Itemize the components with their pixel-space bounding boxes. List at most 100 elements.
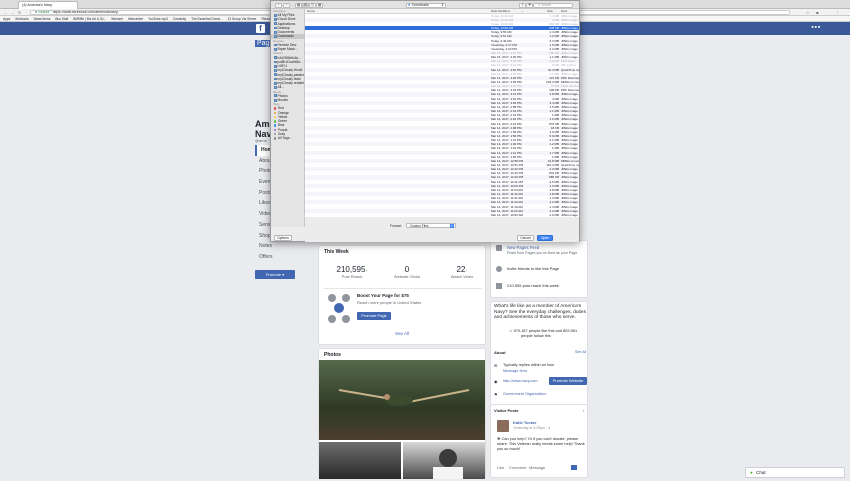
folder-icon — [274, 18, 277, 21]
page-feed-card: New Pages Feed Posts from Pages you've l… — [490, 240, 588, 298]
stat-number: 0 — [405, 265, 409, 274]
icon-view-icon[interactable]: ▦ — [295, 3, 302, 8]
page-handle[interactable]: @ame — [255, 138, 267, 143]
stat-block[interactable]: 210,595↑Post Reach — [327, 265, 377, 279]
promote-website-button[interactable]: Promote Website — [549, 377, 587, 385]
photos-title: Photos — [324, 352, 341, 358]
post-reach-text: 210,595 post reach this week — [507, 283, 559, 288]
forward-icon[interactable]: → — [10, 10, 15, 15]
back-icon[interactable]: ← — [3, 10, 8, 15]
stat-label: Website Clicks — [382, 274, 432, 279]
file-list: Name Date Modified ⌄ Size Kind Navy Meda… — [305, 9, 579, 217]
extension-icon[interactable]: ■ — [815, 10, 820, 15]
column-view-icon[interactable]: ◫ — [309, 3, 316, 8]
chevron-down-icon: ⇕ — [441, 4, 444, 8]
tag-color-icon — [274, 129, 276, 131]
folder-icon — [274, 35, 277, 38]
share-icon[interactable]: ⇧ — [519, 3, 526, 8]
stat-block[interactable]: 22↑Watch Video — [437, 265, 487, 279]
trend-up-icon: ↑ — [365, 268, 367, 273]
photos-card: Photos — [318, 348, 486, 478]
open-button[interactable]: Open — [537, 235, 553, 241]
format-dropdown[interactable]: Custom Files ⇕ — [406, 223, 456, 229]
promote-page-button[interactable]: Promote Page — [357, 312, 391, 320]
sidebar-tag-item[interactable]: All Tags... — [271, 136, 304, 140]
column-kind-header[interactable]: Kind — [561, 9, 567, 13]
about-see-all[interactable]: See All — [575, 350, 586, 354]
avatar[interactable] — [497, 420, 509, 432]
secure-label: Secure — [38, 10, 49, 14]
menu-icon[interactable]: ⋮ — [835, 10, 840, 15]
tag-color-icon — [274, 133, 276, 135]
this-week-title: This Week — [324, 249, 349, 255]
folder-icon — [274, 22, 277, 25]
column-name-header[interactable]: Name — [307, 9, 315, 13]
messenger-icon: ✉ — [494, 363, 497, 368]
tag-label: All Tags... — [278, 136, 292, 140]
website-link[interactable]: http://www.navy.com — [503, 379, 538, 383]
page-nav-item[interactable]: Offers — [255, 252, 315, 263]
folder-icon — [274, 82, 277, 85]
forward-icon[interactable]: › — [283, 3, 290, 8]
folder-icon — [274, 73, 277, 76]
tag-color-icon — [274, 112, 276, 114]
new-pages-feed-link[interactable]: New Pages Feed — [507, 245, 539, 250]
invite-friends-link[interactable]: Invite friends to like this Page — [507, 266, 559, 271]
folder-icon — [274, 48, 277, 51]
promote-button[interactable]: Promote ▾ — [255, 270, 295, 279]
open-file-dialog: ‹ › ▦ ☰ ◫ ▩ ■ Downloads ⇕ ⇧ ⚑ ⚲ Search F… — [270, 0, 580, 242]
reload-icon[interactable]: ↻ — [17, 10, 22, 15]
sidebar-item-label: Downloads — [278, 34, 294, 38]
tab-title: (4) America's Navy — [22, 3, 52, 7]
see-all-link[interactable]: See All — [395, 331, 409, 336]
poster-name[interactable]: Katie Tucker — [513, 420, 537, 425]
feed-icon — [496, 245, 502, 251]
tag-color-icon — [274, 120, 276, 122]
folder-icon — [274, 27, 277, 30]
chevron-down-icon: ⇕ — [450, 224, 454, 229]
location-dropdown[interactable]: ■ Downloads ⇕ — [406, 3, 446, 8]
tag-icon[interactable]: ⚑ — [526, 3, 533, 8]
comment-button[interactable]: Comment — [509, 465, 526, 470]
folder-icon — [274, 56, 277, 59]
chevron-right-icon[interactable]: › — [583, 408, 584, 413]
cancel-button[interactable]: Cancel — [517, 235, 534, 241]
message-now-link[interactable]: Message Now — [503, 369, 527, 373]
chat-bar[interactable]: ● Chat — [745, 467, 845, 478]
gallery-view-icon[interactable]: ▩ — [316, 3, 323, 8]
folder-icon — [274, 44, 277, 47]
tag-color-icon — [274, 137, 276, 139]
back-icon[interactable]: ‹ — [275, 3, 282, 8]
options-button[interactable]: Options — [274, 235, 292, 241]
stat-block[interactable]: 0Website Clicks — [382, 265, 432, 279]
search-placeholder: Search — [541, 3, 551, 7]
column-size-header[interactable]: Size — [547, 9, 553, 13]
page-nav-item[interactable]: Notes — [255, 241, 315, 252]
url-text: https://www.facebook.com/americasnavy/ — [53, 10, 119, 14]
search-input[interactable]: ⚲ Search — [533, 3, 573, 8]
folder-icon — [274, 78, 277, 81]
page-avatar-icon[interactable] — [571, 465, 577, 470]
folder-icon — [274, 61, 277, 64]
stat-value: 0 — [382, 265, 432, 274]
stat-label: Post Reach — [327, 274, 377, 279]
like-button[interactable]: Like — [497, 465, 504, 470]
folder-icon — [274, 31, 277, 34]
location-label: Downloads — [412, 3, 429, 7]
post-text: ☸ Can you help? Or if you can't donate, … — [497, 436, 585, 451]
message-button[interactable]: Message — [529, 465, 545, 470]
photo-soldier-training[interactable] — [319, 360, 485, 440]
photo-thumbnail-2[interactable] — [403, 442, 485, 479]
folder-icon: ■ — [408, 4, 410, 8]
post-time: Yesterday at 3:39pm · ● — [513, 426, 550, 430]
photo-thumbnail-1[interactable] — [319, 442, 401, 479]
facebook-logo-icon[interactable]: f — [256, 24, 265, 33]
star-icon[interactable]: ☆ — [805, 10, 810, 15]
visitor-posts-card: Visitor Posts › Katie Tucker Yesterday a… — [490, 404, 588, 478]
list-view-icon[interactable]: ☰ — [302, 3, 309, 8]
browser-tab[interactable]: (4) America's Navy — [18, 1, 78, 9]
divider — [324, 288, 482, 289]
column-date-header[interactable]: Date Modified — [491, 9, 510, 13]
organization-type[interactable]: Government Organization — [503, 392, 546, 396]
boost-title: Boost Your Page for $75 — [357, 293, 409, 298]
